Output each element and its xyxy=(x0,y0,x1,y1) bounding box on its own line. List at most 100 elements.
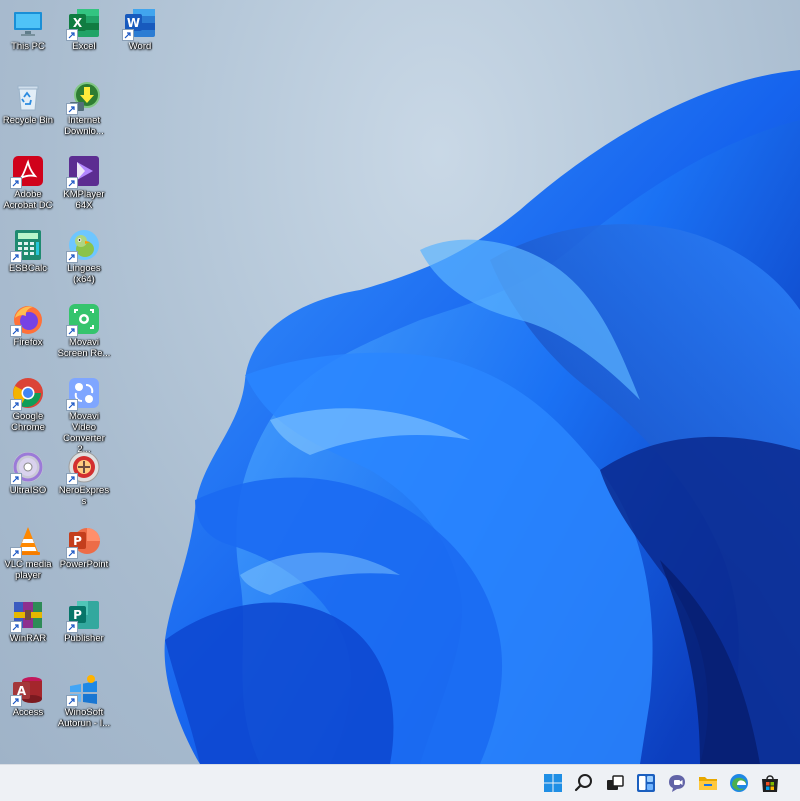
desktop-icon-access[interactable]: A Access xyxy=(0,666,56,718)
svg-text:X: X xyxy=(73,16,83,30)
desktop-icon-word[interactable]: W Word xyxy=(112,0,168,52)
start-button[interactable] xyxy=(541,771,565,795)
shortcut-arrow-icon xyxy=(66,473,78,485)
desktop-icon-winosoft-autorun[interactable]: WinoSoft Autorun - I... xyxy=(56,666,112,729)
computer-icon xyxy=(11,6,45,40)
powerpoint-icon: P xyxy=(66,524,101,559)
desktop-icon-kmplayer[interactable]: KMPlayer 64X xyxy=(56,148,112,211)
desktop-icon-label: Word xyxy=(128,41,152,52)
windows-start-icon xyxy=(544,774,562,792)
desktop-icon-winrar[interactable]: WinRAR xyxy=(0,592,56,644)
winrar-icon xyxy=(10,598,45,633)
shortcut-arrow-icon xyxy=(10,399,22,411)
desktop-icon-excel[interactable]: X Excel xyxy=(56,0,112,52)
desktop-icon-label: Firefox xyxy=(13,337,43,348)
desktop-icon-label: Lingoes (x64) xyxy=(67,263,101,285)
firefox-icon xyxy=(10,302,45,337)
shortcut-arrow-icon xyxy=(66,103,78,115)
shortcut-arrow-icon xyxy=(10,325,22,337)
desktop-icon-label: WinRAR xyxy=(9,633,47,644)
svg-text:P: P xyxy=(73,534,82,548)
taskbar xyxy=(0,764,800,801)
desktop-icon-label: This PC xyxy=(11,41,45,52)
shortcut-arrow-icon xyxy=(10,621,22,633)
shortcut-arrow-icon xyxy=(10,547,22,559)
desktop-icon-label: WinoSoft Autorun - I... xyxy=(57,707,111,729)
desktop-icon-lingoes[interactable]: Lingoes (x64) xyxy=(56,222,112,285)
desktop-icon-label: Recycle Bin xyxy=(2,115,54,126)
shortcut-arrow-icon xyxy=(10,695,22,707)
desktop-icon-publisher[interactable]: P Publisher xyxy=(56,592,112,644)
shortcut-arrow-icon xyxy=(10,177,22,189)
word-icon: W xyxy=(122,6,157,41)
desktop-icon-this-pc[interactable]: This PC xyxy=(0,0,56,52)
desktop-icon-internet-download-manager[interactable]: Internet Downlo... xyxy=(56,74,112,137)
desktop-icon-adobe-acrobat[interactable]: Adobe Acrobat DC xyxy=(0,148,56,211)
desktop-icon-google-chrome[interactable]: Google Chrome xyxy=(0,370,56,433)
desktop-icon-vlc[interactable]: VLC media player xyxy=(0,518,56,581)
teams-chat-icon xyxy=(669,775,685,792)
desktop[interactable]: This PC Recycle Bin Adobe Acrobat DC ESB… xyxy=(0,0,800,764)
desktop-icon-label: Google Chrome xyxy=(11,411,45,433)
desktop-icon-neroexpress[interactable]: NeroExpress xyxy=(56,444,112,507)
movavi-converter-icon xyxy=(66,376,101,411)
shortcut-arrow-icon xyxy=(122,29,134,41)
access-icon: A xyxy=(10,672,45,707)
task-view-button[interactable] xyxy=(603,771,627,795)
shortcut-arrow-icon xyxy=(66,251,78,263)
svg-text:W: W xyxy=(127,16,140,30)
taskbar-pinned-apps xyxy=(541,771,782,795)
microsoft-store-button[interactable] xyxy=(758,771,782,795)
excel-icon: X xyxy=(66,6,101,41)
microsoft-store-icon xyxy=(762,775,778,792)
idm-icon xyxy=(66,80,101,115)
task-view-icon xyxy=(607,775,624,790)
desktop-icon-movavi-video-converter[interactable]: Movavi Video Converter 2... xyxy=(56,370,112,455)
chat-button[interactable] xyxy=(665,771,689,795)
edge-icon xyxy=(730,774,748,792)
desktop-icon-label: Excel xyxy=(72,41,96,52)
shortcut-arrow-icon xyxy=(66,547,78,559)
publisher-icon: P xyxy=(66,598,101,633)
desktop-icon-label: NeroExpress xyxy=(58,485,110,507)
svg-text:P: P xyxy=(73,608,82,622)
vlc-icon xyxy=(10,524,45,559)
shortcut-arrow-icon xyxy=(66,29,78,41)
desktop-icon-label: Adobe Acrobat DC xyxy=(3,189,53,211)
lingoes-icon xyxy=(66,228,101,263)
ultraiso-icon xyxy=(10,450,45,485)
bloom-wallpaper xyxy=(164,70,800,764)
shortcut-arrow-icon xyxy=(66,621,78,633)
desktop-icon-firefox[interactable]: Firefox xyxy=(0,296,56,348)
search-button[interactable] xyxy=(572,771,596,795)
desktop-icon-label: VLC media player xyxy=(4,559,52,581)
movavi-screen-icon xyxy=(66,302,101,337)
desktop-icon-esbcalc[interactable]: ESBCalc xyxy=(0,222,56,274)
shortcut-arrow-icon xyxy=(66,177,78,189)
nero-icon xyxy=(66,450,101,485)
widgets-button[interactable] xyxy=(634,771,658,795)
calculator-icon xyxy=(10,228,45,263)
file-explorer-icon xyxy=(699,777,717,790)
desktop-icon-label: Movavi Screen Re... xyxy=(57,337,111,359)
desktop-icon-label: Internet Downlo... xyxy=(64,115,104,137)
desktop-icon-movavi-screen-recorder[interactable]: Movavi Screen Re... xyxy=(56,296,112,359)
shortcut-arrow-icon xyxy=(66,695,78,707)
file-explorer-button[interactable] xyxy=(696,771,720,795)
desktop-icon-recycle-bin[interactable]: Recycle Bin xyxy=(0,74,56,126)
shortcut-arrow-icon xyxy=(66,325,78,337)
shortcut-arrow-icon xyxy=(10,473,22,485)
desktop-icon-label: UltraISO xyxy=(9,485,47,496)
desktop-icon-label: ESBCalc xyxy=(8,263,47,274)
widgets-icon xyxy=(637,774,655,792)
edge-button[interactable] xyxy=(727,771,751,795)
kmplayer-icon xyxy=(66,154,101,189)
desktop-icon-label: PowerPoint xyxy=(59,559,109,570)
winosoft-icon xyxy=(66,672,101,707)
shortcut-arrow-icon xyxy=(66,399,78,411)
desktop-icon-powerpoint[interactable]: P PowerPoint xyxy=(56,518,112,570)
desktop-icon-ultraiso[interactable]: UltraISO xyxy=(0,444,56,496)
recycle-bin-icon xyxy=(11,80,45,114)
desktop-icon-label: Access xyxy=(12,707,44,718)
shortcut-arrow-icon xyxy=(10,251,22,263)
